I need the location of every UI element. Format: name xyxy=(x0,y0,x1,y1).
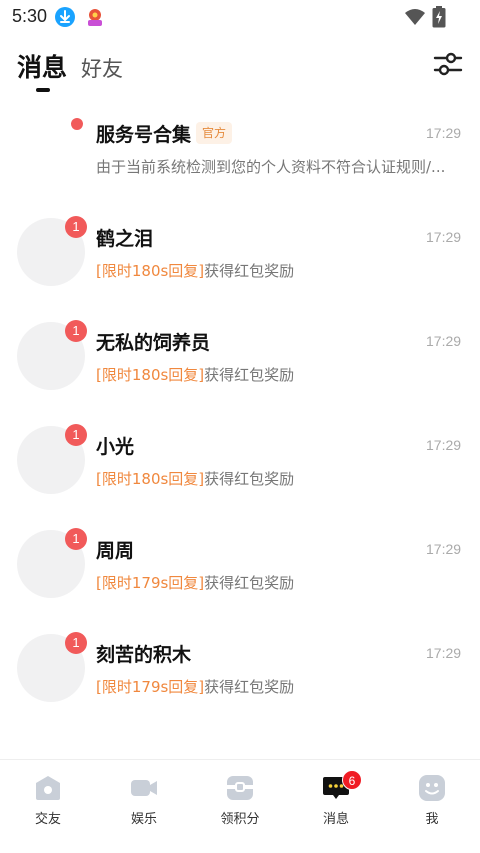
unread-badge: 1 xyxy=(65,424,87,446)
conversation-name: 无私的饲养员 xyxy=(96,332,211,354)
unread-dot xyxy=(71,118,83,130)
nav-label: 娱乐 xyxy=(130,812,157,827)
nav-label: 领积分 xyxy=(220,812,260,827)
tab-active-indicator xyxy=(36,88,50,92)
unread-badge: 1 xyxy=(65,528,87,550)
conversation-time: 17:29 xyxy=(426,229,462,245)
tab-messages[interactable]: 消息 xyxy=(17,48,67,84)
conversation-item[interactable]: 1 小光 17:29 [限时180s回复]获得红包奖励 xyxy=(0,416,480,520)
nav-label: 交友 xyxy=(34,812,61,827)
wifi-icon xyxy=(404,8,426,30)
nav-item-earn-points[interactable]: 领积分 xyxy=(192,760,288,853)
conversation-preview: [限时180s回复]获得红包奖励 xyxy=(96,262,295,280)
conversation-name: 服务号合集 xyxy=(96,124,192,146)
conversation-time: 17:29 xyxy=(426,437,462,453)
reply-timer-highlight: [限时179s回复] xyxy=(96,574,205,592)
conversation-preview: [限时180s回复]获得红包奖励 xyxy=(96,470,295,488)
app-notification-icon xyxy=(84,6,106,28)
nav-item-make-friends[interactable]: 交友 xyxy=(0,760,96,853)
conversation-item[interactable]: 1 周周 17:29 [限时179s回复]获得红包奖励 xyxy=(0,520,480,624)
conversation-preview: [限时179s回复]获得红包奖励 xyxy=(96,574,295,592)
smile-face-icon xyxy=(418,774,446,802)
tab-friends[interactable]: 好友 xyxy=(81,53,123,83)
nav-item-messages[interactable]: 6 消息 xyxy=(288,760,384,853)
official-tag: 官方 xyxy=(196,122,233,144)
conversation-item[interactable]: 1 鹤之泪 17:29 [限时180s回复]获得红包奖励 xyxy=(0,208,480,312)
conversation-name: 小光 xyxy=(96,436,135,458)
nav-item-entertainment[interactable]: 娱乐 xyxy=(96,760,192,853)
conversation-item-service-accounts[interactable]: 服务号合集 官方 17:29 由于当前系统检测到您的个人资料不符合认证规则/..… xyxy=(0,104,480,208)
conversation-time: 17:29 xyxy=(426,541,462,557)
conversation-item[interactable]: 1 无私的饲养员 17:29 [限时180s回复]获得红包奖励 xyxy=(0,312,480,416)
unread-badge: 1 xyxy=(65,320,87,342)
conversation-name: 鹤之泪 xyxy=(96,228,154,250)
status-bar: 5:30 xyxy=(0,0,480,34)
conversation-item[interactable]: 1 刻苦的积木 17:29 [限时179s回复]获得红包奖励 xyxy=(0,624,480,728)
nav-label: 我 xyxy=(425,812,439,827)
unread-badge: 1 xyxy=(65,216,87,238)
battery-icon xyxy=(432,6,446,32)
nav-item-me[interactable]: 我 xyxy=(384,760,480,853)
bottom-nav: 交友 娱乐 领积分 6 消息 我 xyxy=(0,759,480,853)
conversation-name: 刻苦的积木 xyxy=(96,644,192,666)
nav-label: 消息 xyxy=(322,812,349,827)
unread-badge: 1 xyxy=(65,632,87,654)
reply-timer-highlight: [限时180s回复] xyxy=(96,262,205,280)
reply-timer-highlight: [限时180s回复] xyxy=(96,470,205,488)
conversation-preview: [限时180s回复]获得红包奖励 xyxy=(96,366,295,384)
conversation-preview: 由于当前系统检测到您的个人资料不符合认证规则/... xyxy=(96,158,446,176)
home-icon xyxy=(34,774,62,802)
conversation-time: 17:29 xyxy=(426,333,462,349)
conversation-time: 17:29 xyxy=(426,125,462,141)
status-time: 5:30 xyxy=(12,6,48,26)
gift-box-icon xyxy=(226,774,254,802)
reply-timer-highlight: [限时180s回复] xyxy=(96,366,205,384)
filter-settings-icon[interactable] xyxy=(432,50,464,78)
messages-unread-badge: 6 xyxy=(342,770,362,790)
download-notification-icon xyxy=(55,7,75,27)
video-camera-icon xyxy=(130,774,158,802)
conversation-name: 周周 xyxy=(96,540,135,562)
header: 消息 好友 xyxy=(0,40,480,100)
conversation-time: 17:29 xyxy=(426,645,462,661)
conversation-preview: [限时179s回复]获得红包奖励 xyxy=(96,678,295,696)
reply-timer-highlight: [限时179s回复] xyxy=(96,678,205,696)
